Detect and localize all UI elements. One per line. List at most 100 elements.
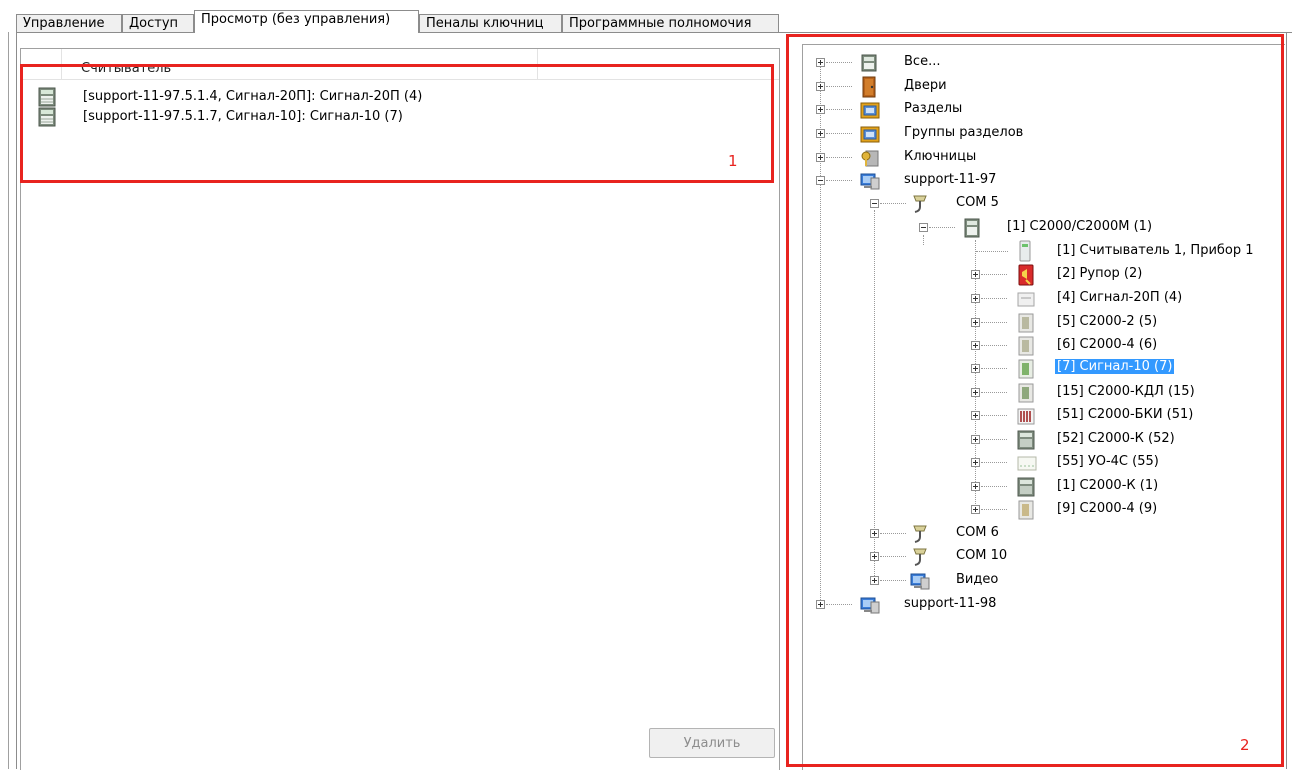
tree-node-c2000-4[interactable]: [6] С2000-4 (6) (971, 336, 1291, 359)
sections-icon (860, 102, 880, 119)
tree-node-c2000-4-9[interactable]: [9] С2000-4 (9) (971, 500, 1291, 523)
column-reader-label: Считыватель (81, 61, 172, 76)
expand-icon[interactable] (971, 364, 980, 373)
annotation-label-2: 2 (1240, 736, 1250, 754)
tree-node-label: COM 6 (956, 525, 999, 540)
keypad-icon (1017, 477, 1035, 497)
expand-icon[interactable] (971, 411, 980, 420)
tree-node-c2000-2[interactable]: [5] С2000-2 (5) (971, 313, 1291, 336)
tab-access[interactable]: Доступ (122, 14, 194, 32)
tree-node-label: [1] С2000-К (1) (1057, 478, 1159, 493)
door-icon (862, 76, 876, 98)
frame-line (8, 32, 9, 769)
tree-node-label: [5] С2000-2 (5) (1057, 314, 1158, 329)
expand-icon[interactable] (816, 129, 825, 138)
keypad-icon (1017, 430, 1035, 450)
tree-node-label: [55] УО-4С (55) (1057, 454, 1159, 469)
expand-icon[interactable] (816, 105, 825, 114)
tree-node-support-11-98[interactable]: support-11-98 (816, 596, 1216, 618)
tree-node-support-11-97[interactable]: support-11-97 (816, 172, 1216, 194)
tree-node-uo-4s[interactable]: [55] УО-4С (55) (971, 454, 1291, 476)
module-icon (1018, 383, 1034, 403)
tree-node-c2000-k-52[interactable]: [52] С2000-К (52) (971, 430, 1291, 453)
tree-node-com10[interactable]: COM 10 (870, 548, 1270, 570)
delete-button[interactable]: Удалить (649, 728, 775, 758)
collapse-icon[interactable] (816, 176, 825, 185)
reader-icon (1019, 240, 1031, 262)
list-item-label: [support-11-97.5.1.7, Сигнал-10]: Сигнал… (83, 109, 403, 124)
module-icon (1018, 313, 1034, 333)
keybox-icon (861, 150, 879, 167)
annotation-label-1: 1 (728, 152, 738, 170)
tree-node-label: [51] С2000-БКИ (51) (1057, 407, 1194, 422)
tree-node-com5[interactable]: COM 5 (870, 195, 1270, 217)
tree-node-label: Двери (904, 78, 947, 93)
tree-node-label: Разделы (904, 101, 963, 116)
expand-icon[interactable] (971, 270, 980, 279)
tree-node-c2000-bki[interactable]: [51] С2000-БКИ (51) (971, 407, 1291, 429)
expand-icon[interactable] (971, 505, 980, 514)
tree-node-reader-1[interactable]: [1] Считыватель 1, Прибор 1 (971, 240, 1291, 265)
tree-node-horn[interactable]: [2] Рупор (2) (971, 264, 1291, 288)
expand-icon[interactable] (971, 435, 980, 444)
tree-node-com6[interactable]: COM 6 (870, 525, 1270, 547)
tab-key-pencils[interactable]: Пеналы ключниц (419, 14, 562, 32)
tree-node-all[interactable]: Все... (816, 54, 1216, 76)
expand-icon[interactable] (816, 153, 825, 162)
expand-icon[interactable] (870, 529, 879, 538)
section-groups-icon (860, 126, 880, 143)
expand-icon[interactable] (971, 388, 980, 397)
server-icon (861, 54, 877, 72)
tab-view[interactable]: Просмотр (без управления) (194, 10, 419, 33)
tree-node-c2000-kdl[interactable]: [15] С2000-КДЛ (15) (971, 383, 1291, 406)
list-item-label: [support-11-97.5.1.4, Сигнал-20П]: Сигна… (83, 89, 423, 104)
modem-icon (1017, 456, 1037, 471)
expand-icon[interactable] (971, 294, 980, 303)
expand-icon[interactable] (971, 458, 980, 467)
tree-node-label: COM 10 (956, 548, 1008, 563)
expand-icon[interactable] (971, 341, 980, 350)
collapse-icon[interactable] (870, 199, 879, 208)
expand-icon[interactable] (816, 82, 825, 91)
expand-icon[interactable] (971, 318, 980, 327)
tree-node-label: [15] С2000-КДЛ (15) (1057, 384, 1195, 399)
tree-node-label: Группы разделов (904, 125, 1024, 140)
tree-node-label: [4] Сигнал-20П (4) (1057, 290, 1183, 305)
expand-icon[interactable] (971, 482, 980, 491)
com-port-icon (913, 195, 927, 213)
com-port-icon (913, 548, 927, 566)
tree-node-label: [1] С2000/С2000М (1) (1007, 219, 1153, 234)
tree-node-signal-20p[interactable]: [4] Сигнал-20П (4) (971, 290, 1291, 312)
expand-icon[interactable] (870, 552, 879, 561)
tree-node-keyboxes[interactable]: Ключницы (816, 149, 1216, 171)
tree-node-c2000-k-1[interactable]: [1] С2000-К (1) (971, 477, 1291, 500)
computer-icon (860, 597, 880, 614)
column-icon-header[interactable] (21, 49, 62, 79)
tree-node-section-groups[interactable]: Группы разделов (816, 125, 1216, 147)
readers-list[interactable]: Считыватель [support-11-97.5.1.4, Сигнал… (20, 48, 780, 770)
indicator-icon (1017, 408, 1035, 425)
tree-node-label: [1] Считыватель 1, Прибор 1 (1057, 243, 1254, 258)
tree-node-label: COM 5 (956, 195, 999, 210)
tree-node-video[interactable]: Видео (870, 572, 1270, 594)
device-icon (38, 107, 56, 127)
tree-node-doors[interactable]: Двери (816, 76, 1216, 100)
tree-node-signal-10[interactable]: [7] Сигнал-10 (7) (971, 359, 1291, 382)
collapse-icon[interactable] (919, 223, 928, 232)
tree-node-sections[interactable]: Разделы (816, 101, 1216, 123)
expand-icon[interactable] (816, 58, 825, 67)
tree-node-label: [52] С2000-К (52) (1057, 431, 1175, 446)
tree-node-label: [6] С2000-4 (6) (1057, 337, 1158, 352)
tree-node-label: [9] С2000-4 (9) (1057, 501, 1158, 516)
tab-control[interactable]: Управление (16, 14, 122, 32)
tab-software-permissions[interactable]: Программные полномочия (562, 14, 779, 32)
frame-line (16, 32, 17, 769)
expand-icon[interactable] (816, 600, 825, 609)
controller-icon (964, 218, 980, 238)
module-green-icon (1018, 359, 1034, 379)
expand-icon[interactable] (870, 576, 879, 585)
signal20p-icon (1017, 292, 1035, 307)
tree-node-c2000m[interactable]: [1] С2000/С2000М (1) (919, 218, 1279, 241)
tree-node-label: Видео (956, 572, 999, 587)
list-header: Считыватель (21, 49, 779, 80)
